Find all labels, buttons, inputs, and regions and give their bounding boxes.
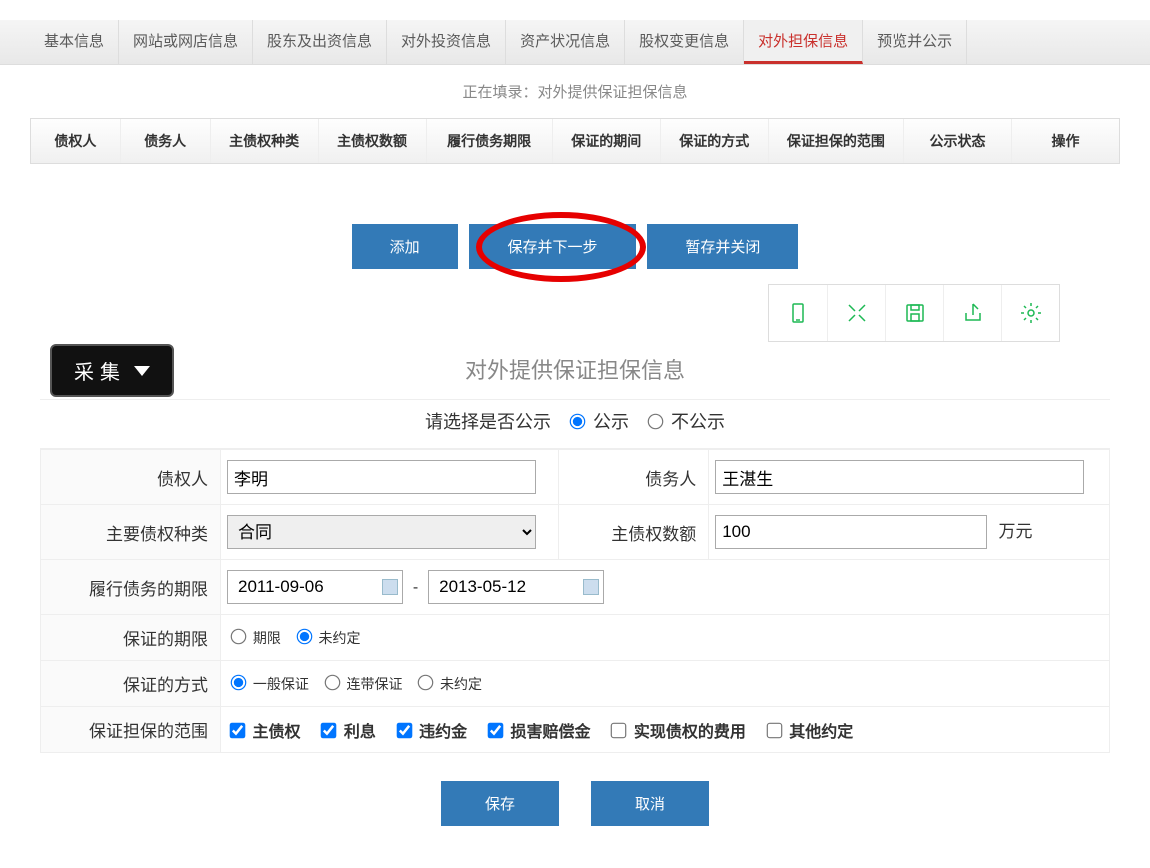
share-icon[interactable] (943, 285, 1001, 341)
label-performperiod: 履行债务的期限 (41, 560, 221, 615)
public-label: 请选择是否公示 (425, 412, 551, 432)
label-guaranteescope: 保证担保的范围 (41, 707, 221, 753)
tab-shareholder[interactable]: 股东及出资信息 (253, 20, 387, 64)
device-icon[interactable] (769, 285, 827, 341)
scope-opt-0[interactable]: 主债权 (227, 724, 300, 741)
method-opt-general[interactable]: 一般保证 (227, 676, 309, 692)
action-row: 添加 保存并下一步 暂存并关闭 (0, 164, 1150, 279)
calendar-icon (382, 579, 398, 595)
method-opt-undecided[interactable]: 未约定 (414, 676, 482, 692)
date-from-input[interactable] (232, 573, 382, 601)
table-header: 债权人 债务人 主债权种类 主债权数额 履行债务期限 保证的期间 保证的方式 保… (30, 118, 1120, 164)
period-opt-period[interactable]: 期限 (227, 630, 281, 646)
top-nav-tabs: 基本信息 网站或网店信息 股东及出资信息 对外投资信息 资产状况信息 股权变更信… (0, 20, 1150, 65)
tab-website[interactable]: 网站或网店信息 (119, 20, 253, 64)
form-section: 采集 对外提供保证担保信息 请选择是否公示 公示 不公示 债权人 债务人 主要债… (0, 339, 1150, 846)
col-maintype: 主债权种类 (211, 119, 319, 163)
col-guaranteescope: 保证担保的范围 (769, 119, 904, 163)
period-opt-undecided[interactable]: 未约定 (293, 630, 361, 646)
public-no-option[interactable]: 不公示 (644, 412, 725, 432)
toolbar-icons (768, 284, 1060, 342)
col-guaranteeperiod: 保证的期间 (553, 119, 661, 163)
collect-label: 采集 (74, 356, 126, 385)
date-to-input[interactable] (433, 573, 583, 601)
tab-equitychange[interactable]: 股权变更信息 (625, 20, 744, 64)
scope-opt-3[interactable]: 损害赔偿金 (485, 724, 590, 741)
tab-assets[interactable]: 资产状况信息 (506, 20, 625, 64)
col-debtor: 债务人 (121, 119, 211, 163)
col-performperiod: 履行债务期限 (427, 119, 553, 163)
chevron-down-icon (134, 366, 150, 376)
date-dash: - (407, 579, 424, 596)
col-publicstatus: 公示状态 (904, 119, 1012, 163)
scope-opt-2[interactable]: 违约金 (394, 724, 467, 741)
label-maintype: 主要债权种类 (41, 505, 221, 560)
col-guaranteemethod: 保证的方式 (661, 119, 769, 163)
col-action: 操作 (1012, 119, 1119, 163)
debtor-input[interactable] (715, 460, 1083, 494)
temp-close-button[interactable]: 暂存并关闭 (647, 224, 798, 269)
cancel-button[interactable]: 取消 (591, 781, 709, 826)
fill-subtitle: 正在填录：对外提供保证担保信息 (0, 65, 1150, 118)
public-yes-option[interactable]: 公示 (566, 412, 629, 432)
label-guaranteeperiod: 保证的期限 (41, 615, 221, 661)
label-debtor: 债务人 (559, 450, 709, 505)
save-button[interactable]: 保存 (441, 781, 559, 826)
gear-icon[interactable] (1001, 285, 1059, 341)
collect-button[interactable]: 采集 (50, 344, 174, 397)
date-to-wrap[interactable] (428, 570, 604, 604)
tab-basic[interactable]: 基本信息 (30, 20, 119, 64)
tab-investment[interactable]: 对外投资信息 (387, 20, 506, 64)
maintype-select[interactable]: 合同 (227, 515, 536, 549)
add-button[interactable]: 添加 (352, 224, 458, 269)
col-mainamount: 主债权数额 (319, 119, 427, 163)
expand-icon[interactable] (827, 285, 885, 341)
creditor-input[interactable] (227, 460, 536, 494)
scope-opt-5[interactable]: 其他约定 (764, 724, 853, 741)
scope-opt-1[interactable]: 利息 (318, 724, 375, 741)
save-next-button[interactable]: 保存并下一步 (469, 224, 635, 269)
method-opt-joint[interactable]: 连带保证 (321, 676, 403, 692)
tab-preview[interactable]: 预览并公示 (863, 20, 967, 64)
calendar-icon (583, 579, 599, 595)
public-radio-row: 请选择是否公示 公示 不公示 (40, 399, 1110, 449)
label-guaranteemethod: 保证的方式 (41, 661, 221, 707)
col-creditor: 债权人 (31, 119, 121, 163)
form-table: 债权人 债务人 主要债权种类 合同 主债权数额 万元 履行债务的期限 (40, 449, 1110, 753)
date-from-wrap[interactable] (227, 570, 403, 604)
label-mainamount: 主债权数额 (559, 505, 709, 560)
unit-wan: 万元 (991, 522, 1033, 541)
label-creditor: 债权人 (41, 450, 221, 505)
mainamount-input[interactable] (715, 515, 986, 549)
tab-guarantee[interactable]: 对外担保信息 (744, 20, 863, 64)
bottom-actions: 保存 取消 (0, 753, 1150, 846)
scope-opt-4[interactable]: 实现债权的费用 (608, 724, 745, 741)
save-icon[interactable] (885, 285, 943, 341)
